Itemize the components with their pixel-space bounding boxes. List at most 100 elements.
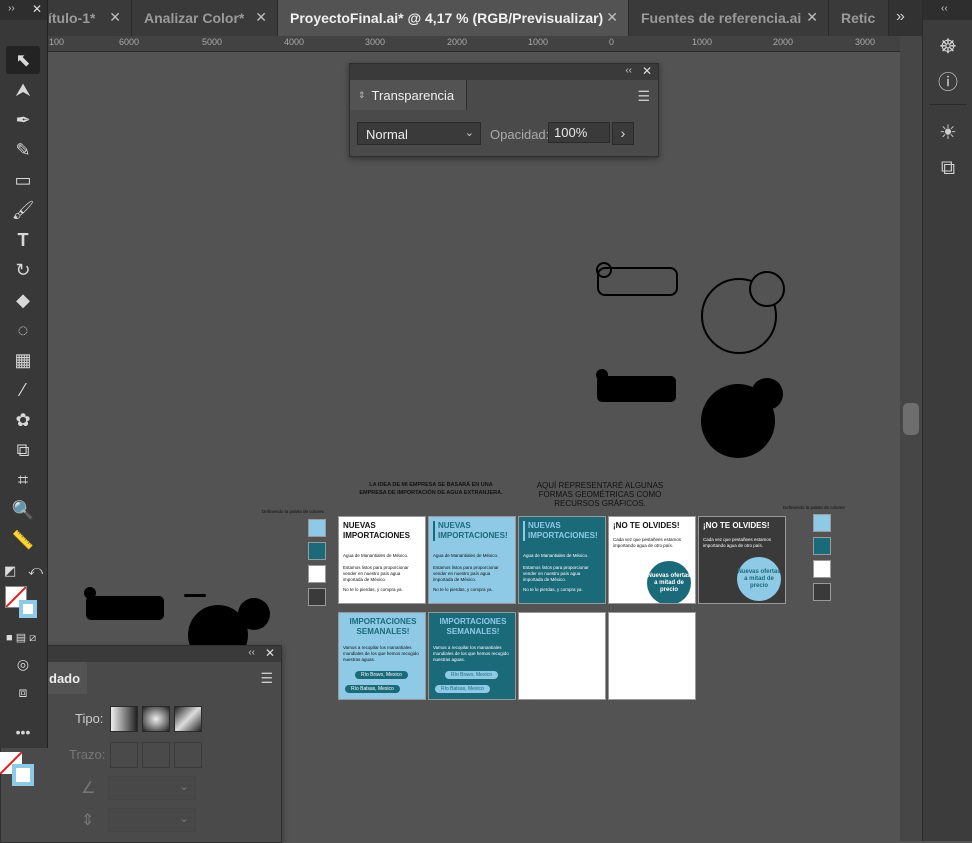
swatch-teal[interactable] [308, 542, 326, 560]
swatch-white[interactable] [813, 560, 831, 578]
artboard-5[interactable]: ¡NO TE OLVIDES! Cada vez que pestañees e… [698, 516, 786, 604]
chevron-down-icon: ⌄ [464, 127, 474, 139]
screen-mode-icon[interactable]: ⧈ [6, 678, 40, 706]
tab-fuentes-referencia[interactable]: Fuentes de referencia.ai ✕ [629, 0, 829, 36]
color-mode-icons[interactable]: ■ ▤ ⧄ [6, 631, 36, 645]
outline-pill-shape[interactable] [596, 262, 678, 296]
tag-rio-bravo: Río Bravo, Mexico [355, 671, 408, 679]
draw-mode-icon[interactable]: ◎ [6, 650, 40, 678]
opacity-field[interactable] [548, 122, 610, 143]
close-icon[interactable]: ✕ [642, 64, 652, 78]
default-colors-icon[interactable]: ◩ [4, 563, 16, 579]
opacity-stepper-button[interactable]: › [612, 122, 634, 145]
stroke-option-3[interactable] [174, 742, 202, 768]
stroke-color-icon[interactable] [19, 600, 37, 618]
close-icon[interactable]: ✕ [32, 2, 42, 16]
appearance-icon[interactable]: ☀ [933, 118, 963, 146]
vertical-scrollbar[interactable] [900, 36, 922, 841]
swatch-light-blue[interactable] [308, 519, 326, 537]
swatch-dark[interactable] [813, 583, 831, 601]
palette-label-left: Definiendo la paleta de colores [262, 509, 324, 514]
artboard-1[interactable]: NUEVAS IMPORTACIONES Agua de Manantiales… [338, 516, 426, 604]
layers-icon[interactable]: ⧉ [933, 154, 963, 182]
symbol-sprayer-icon[interactable]: ✿ [6, 406, 40, 434]
linear-gradient-button[interactable] [110, 706, 138, 732]
collapse-icon[interactable]: ‹‹ [941, 3, 948, 14]
tools-panel: ›› ✕ ⬉ ⮝ ✒ ✎ ▭ 🖌 T ↻ ◆ ◌ ▦ ⁄ ✿ ⧉ ⌗ 🔍 📏 ◩… [0, 0, 48, 748]
close-icon[interactable]: ✕ [806, 9, 818, 26]
info-icon[interactable]: ⓘ [933, 66, 963, 94]
artboard-4[interactable]: ¡NO TE OLVIDES! Cada vez que pestañees e… [608, 516, 696, 604]
ruler-tool-icon[interactable]: 📏 [6, 526, 40, 554]
curvature-tool-icon[interactable]: ✎ [6, 136, 40, 164]
artboard-6[interactable]: IMPORTACIONES SEMANALES! Vamos a recopil… [338, 612, 426, 700]
tab-grip-icon: ⇕ [358, 89, 366, 100]
expand-icon[interactable]: ›› [8, 3, 15, 14]
navigator-icon[interactable]: ☸ [933, 32, 963, 60]
rectangle-tool-icon[interactable]: ▭ [6, 166, 40, 194]
close-icon[interactable]: ✕ [109, 9, 121, 26]
swatch-light-blue[interactable] [813, 514, 831, 532]
rotate-tool-icon[interactable]: ↻ [6, 256, 40, 284]
palette-label-right: Definiendo la paleta de colores [783, 505, 845, 510]
eyedropper-tool-icon[interactable]: ⁄ [6, 376, 40, 404]
zoom-tool-icon[interactable]: 🔍 [6, 496, 40, 524]
opacity-label: Opacidad: [490, 127, 550, 142]
tab-proyecto-final[interactable]: ProyectoFinal.ai* @ 4,17 % (RGB/Previsua… [278, 0, 629, 36]
filled-pill-shape[interactable] [596, 369, 676, 402]
note-formas: AQUÍ REPRESENTARÉ ALGUNAS FORMAS GEOMÉTR… [536, 481, 664, 508]
tag-rio-bravo: Río Bravo, Mexico [445, 671, 498, 679]
close-icon[interactable]: ✕ [606, 9, 618, 26]
pen-tool-icon[interactable]: ✒ [6, 106, 40, 134]
swatch-dark[interactable] [308, 588, 326, 606]
tab-retic[interactable]: Retic [829, 0, 889, 36]
scrollbar-thumb[interactable] [903, 403, 919, 435]
artboard-3[interactable]: NUEVAS IMPORTACIONES! Agua de Manantiale… [518, 516, 606, 604]
angle-select[interactable]: ⌄ [108, 776, 196, 800]
swatch-white[interactable] [308, 565, 326, 583]
gradient-tool-icon[interactable]: ▦ [6, 346, 40, 374]
direct-selection-tool-icon[interactable]: ⮝ [6, 76, 40, 104]
tag-rio-balsas: Río Balsas, Mexico [345, 685, 400, 693]
radial-gradient-button[interactable] [142, 706, 170, 732]
type-tool-icon[interactable]: T [6, 226, 40, 254]
blend-mode-select[interactable]: Normal ⌄ [357, 122, 481, 145]
more-tools-icon[interactable]: ••• [6, 718, 40, 746]
outline-circle-shape[interactable] [701, 271, 785, 354]
tab-analizar-color[interactable]: Analizar Color* ✕ [132, 0, 278, 36]
tag-rio-balsas: Río Balsas, Mexico [435, 685, 490, 693]
lasso-tool-icon[interactable]: ◌ [6, 316, 40, 344]
tab-transparencia[interactable]: ⇕ Transparencia [350, 80, 468, 110]
chevron-down-icon: ⌄ [178, 779, 189, 793]
close-icon[interactable]: ✕ [255, 9, 267, 26]
swap-colors-icon[interactable]: ⤺ [28, 562, 43, 579]
eraser-tool-icon[interactable]: ◆ [6, 286, 40, 314]
tab-overflow-icon[interactable]: » [896, 8, 905, 26]
artboard-9[interactable] [608, 612, 696, 700]
filled-pill-shape-2[interactable] [84, 587, 206, 620]
stroke-option-1[interactable] [110, 742, 138, 768]
freeform-gradient-button[interactable] [174, 706, 202, 732]
artboard-7[interactable]: IMPORTACIONES SEMANALES! Vamos a recopil… [428, 612, 516, 700]
collapse-icon[interactable]: ‹‹ [625, 65, 632, 76]
shape-builder-icon[interactable]: ⧉ [6, 436, 40, 464]
collapse-icon[interactable]: ‹‹ [248, 647, 255, 658]
stroke-option-2[interactable] [142, 742, 170, 768]
stroke-swatch-large[interactable] [12, 764, 34, 786]
stroke-label: Trazo: [69, 747, 106, 762]
artboard-2[interactable]: NUEVAS IMPORTACIONES! Agua de Manantiale… [428, 516, 516, 604]
selection-tool-icon[interactable]: ⬉ [6, 46, 40, 74]
chevron-down-icon: ⌄ [178, 811, 189, 825]
swatch-teal[interactable] [813, 537, 831, 555]
panel-menu-icon[interactable]: ☰ [260, 670, 273, 687]
close-icon[interactable]: ✕ [265, 646, 275, 660]
panel-menu-icon[interactable]: ☰ [637, 88, 650, 105]
offer-badge: Nuevas ofertas a mitad de precio [647, 561, 691, 603]
panel-header-bar[interactable]: ‹‹ ✕ [350, 64, 658, 80]
filled-circle-shape[interactable] [701, 378, 783, 458]
aspect-ratio-select[interactable]: ⌄ [108, 808, 196, 832]
artboard-8[interactable] [518, 612, 606, 700]
brush-tool-icon[interactable]: 🖌 [6, 196, 40, 224]
artboard-tool-icon[interactable]: ⌗ [6, 466, 40, 494]
horizontal-ruler: 100 6000 5000 4000 3000 2000 1000 0 1000… [0, 36, 900, 52]
